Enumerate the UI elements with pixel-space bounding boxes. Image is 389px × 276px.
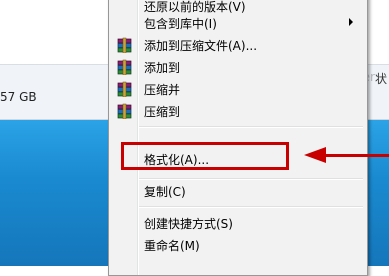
annotation-arrow-icon xyxy=(322,154,389,157)
menu-separator xyxy=(139,126,363,128)
menu-item-label: 重命名(M) xyxy=(144,239,200,253)
menu-item-label: 包含到库中(I) xyxy=(144,17,217,31)
column-header-status[interactable]: 状 xyxy=(375,70,387,87)
menu-item-copy[interactable]: 复制(C) xyxy=(111,180,363,202)
menu-item-include-in-library[interactable]: 包含到库中(I) xyxy=(111,12,363,34)
menu-separator xyxy=(139,206,363,208)
menu-item-add-to-archive[interactable]: 添加到压缩文件(A)... xyxy=(111,34,363,56)
menu-item-label: 创建快捷方式(S) xyxy=(144,217,233,231)
winrar-books-icon xyxy=(117,37,132,53)
winrar-books-icon xyxy=(117,103,132,119)
menu-item-label: 压缩并 xyxy=(144,83,181,97)
winrar-books-icon xyxy=(117,81,132,97)
menu-item-label: 添加到压缩文件(A)... xyxy=(144,39,258,53)
submenu-arrow-icon xyxy=(349,18,353,26)
menu-item-compress-to[interactable]: 压缩到 xyxy=(111,100,363,122)
menu-item-label: 添加到 xyxy=(144,61,181,75)
winrar-books-icon xyxy=(117,59,132,75)
highlight-box xyxy=(121,142,289,170)
context-menu: 还原以前的版本(V) 包含到库中(I) 添加到压缩文件(A)... 添加到 压缩… xyxy=(108,0,368,276)
drive-size-text: 57 GB xyxy=(0,90,37,104)
menu-item-label: 压缩到 xyxy=(144,105,181,119)
menu-item-rename[interactable]: 重命名(M) xyxy=(111,234,363,256)
menu-item-create-shortcut[interactable]: 创建快捷方式(S) xyxy=(111,212,363,234)
menu-item-label: 复制(C) xyxy=(144,185,186,199)
menu-item-compress-and[interactable]: 压缩并 xyxy=(111,78,363,100)
menu-item-add-to[interactable]: 添加到 xyxy=(111,56,363,78)
